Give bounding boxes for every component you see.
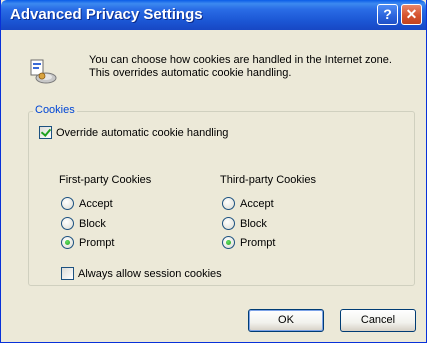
intro-text: You can choose how cookies are handled i… xyxy=(89,54,392,79)
cookies-group-label: Cookies xyxy=(33,104,77,116)
first-party-block-radio[interactable] xyxy=(61,217,74,230)
first-party-label: First-party Cookies xyxy=(59,174,152,186)
title-bar[interactable]: Advanced Privacy Settings ? ✕ xyxy=(1,0,426,30)
session-cookies-row[interactable]: Always allow session cookies xyxy=(61,267,222,280)
dialog-title: Advanced Privacy Settings xyxy=(10,6,203,23)
cancel-button[interactable]: Cancel xyxy=(340,309,416,332)
first-party-accept-radio[interactable] xyxy=(61,197,74,210)
third-party-prompt[interactable]: Prompt xyxy=(222,236,275,249)
cookie-settings-icon xyxy=(30,59,57,84)
override-checkbox[interactable] xyxy=(39,126,52,139)
first-party-accept-label: Accept xyxy=(79,197,113,210)
third-party-accept-label: Accept xyxy=(240,197,274,210)
close-icon: ✕ xyxy=(405,6,418,22)
third-party-block[interactable]: Block xyxy=(222,217,267,230)
third-party-prompt-radio[interactable] xyxy=(222,236,235,249)
third-party-block-label: Block xyxy=(240,217,267,230)
first-party-prompt-radio[interactable] xyxy=(61,236,74,249)
session-cookies-checkbox[interactable] xyxy=(61,267,74,280)
advanced-privacy-settings-dialog: Advanced Privacy Settings ? ✕ You can ch… xyxy=(0,0,427,343)
third-party-accept-radio[interactable] xyxy=(222,197,235,210)
override-checkbox-row[interactable]: Override automatic cookie handling xyxy=(39,126,228,139)
help-icon: ? xyxy=(383,6,392,22)
third-party-label: Third-party Cookies xyxy=(220,174,316,186)
session-cookies-label: Always allow session cookies xyxy=(78,267,222,280)
third-party-block-radio[interactable] xyxy=(222,217,235,230)
help-button[interactable]: ? xyxy=(377,4,398,25)
third-party-prompt-label: Prompt xyxy=(240,236,276,249)
first-party-block[interactable]: Block xyxy=(61,217,106,230)
first-party-prompt-label: Prompt xyxy=(79,236,115,249)
first-party-prompt[interactable]: Prompt xyxy=(61,236,114,249)
first-party-block-label: Block xyxy=(79,217,106,230)
override-label: Override automatic cookie handling xyxy=(56,126,229,139)
ok-button[interactable]: OK xyxy=(248,309,324,332)
close-button[interactable]: ✕ xyxy=(401,4,422,25)
third-party-accept[interactable]: Accept xyxy=(222,197,274,210)
first-party-accept[interactable]: Accept xyxy=(61,197,113,210)
